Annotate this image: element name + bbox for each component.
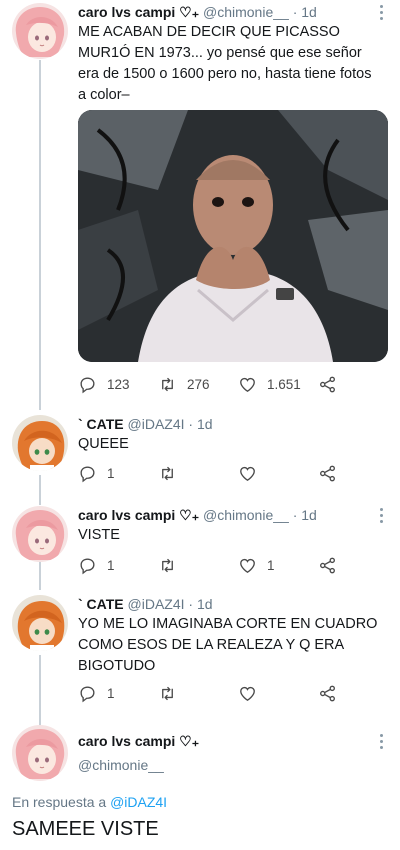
more-icon[interactable]	[380, 5, 384, 21]
avatar[interactable]	[12, 725, 68, 781]
avatar[interactable]	[12, 595, 68, 651]
display-name[interactable]: caro lvs campi ♡₊	[78, 4, 199, 20]
timestamp[interactable]: 1d	[197, 596, 213, 612]
like-icon	[238, 464, 257, 483]
reply-button[interactable]: 1	[78, 682, 115, 704]
avatar[interactable]	[12, 415, 68, 471]
reply-button[interactable]: 1	[78, 554, 115, 576]
reply-button[interactable]: 1	[78, 462, 115, 484]
tweet[interactable]: ` CATE @iDAZ4I · 1d YO ME LO IMAGINABA C…	[0, 592, 400, 712]
share-icon	[318, 375, 337, 394]
timestamp[interactable]: 1d	[301, 507, 317, 523]
avatar[interactable]	[12, 3, 68, 59]
handle[interactable]: @chimonie__	[203, 507, 289, 523]
more-icon[interactable]	[380, 734, 384, 750]
reply-icon	[78, 556, 97, 575]
more-icon[interactable]	[380, 508, 384, 524]
handle[interactable]: @chimonie__	[203, 4, 289, 20]
tweet-text: QUEEE	[78, 436, 129, 452]
like-count: 1	[267, 557, 275, 573]
reply-icon	[78, 375, 97, 394]
display-name[interactable]: caro lvs campi ♡₊	[78, 507, 199, 523]
tweet-header: ` CATE @iDAZ4I · 1d	[78, 415, 213, 433]
tweet-actions: 1	[78, 682, 378, 704]
reply-icon	[78, 684, 97, 703]
handle[interactable]: @iDAZ4I	[128, 596, 185, 612]
tweet-actions: 1	[78, 462, 378, 484]
like-button[interactable]	[238, 462, 257, 484]
share-icon	[318, 684, 337, 703]
reply-icon	[78, 464, 97, 483]
share-icon	[318, 464, 337, 483]
separator-dot: ·	[292, 507, 298, 523]
reply-count: 123	[107, 376, 130, 392]
handle[interactable]: @chimonie__	[78, 756, 164, 774]
display-name[interactable]: ` CATE	[78, 416, 124, 432]
like-icon	[238, 684, 257, 703]
retweet-button[interactable]	[158, 462, 177, 484]
avatar[interactable]	[12, 506, 68, 562]
reply-button[interactable]: 123	[78, 373, 130, 395]
tweet-text: YO ME LO IMAGINABA CORTE EN CUADRO COMO …	[78, 616, 378, 674]
share-button[interactable]	[318, 373, 337, 395]
reply-context: En respuesta a @iDAZ4I	[12, 794, 167, 810]
share-button[interactable]	[318, 682, 337, 704]
reply-count: 1	[107, 685, 115, 701]
like-count: 1.651	[267, 376, 301, 392]
timestamp[interactable]: 1d	[301, 4, 317, 20]
tweet-text: ME ACABAN DE DECIR QUE PICASSO MUR1Ó EN …	[78, 24, 372, 103]
tweet[interactable]: caro lvs campi ♡₊ @chimonie__ · 1d VISTE…	[0, 503, 400, 583]
like-button[interactable]: 1	[238, 554, 275, 576]
retweet-button[interactable]	[158, 682, 177, 704]
display-name[interactable]: caro lvs campi ♡₊	[78, 732, 199, 750]
like-icon	[238, 556, 257, 575]
display-name[interactable]: ` CATE	[78, 596, 124, 612]
retweet-icon	[158, 556, 177, 575]
reply-prefix: En respuesta a	[12, 794, 107, 810]
tweet-actions: 1 1	[78, 554, 378, 576]
retweet-count: 276	[187, 376, 210, 392]
tweet[interactable]: caro lvs campi ♡₊ @chimonie__ · 1d ME AC…	[0, 0, 400, 400]
like-button[interactable]	[238, 682, 257, 704]
separator-dot: ·	[292, 4, 298, 20]
retweet-icon	[158, 375, 177, 394]
retweet-button[interactable]	[158, 554, 177, 576]
separator-dot: ·	[188, 416, 194, 432]
reply-count: 1	[107, 465, 115, 481]
tweet-actions: 123 276 1.651	[78, 373, 378, 395]
retweet-icon	[158, 464, 177, 483]
tweet-header: caro lvs campi ♡₊ @chimonie__ · 1d	[78, 3, 317, 21]
timestamp[interactable]: 1d	[197, 416, 213, 432]
reply-handle-link[interactable]: @iDAZ4I	[110, 794, 167, 810]
separator-dot: ·	[188, 596, 194, 612]
tweet-text: VISTE	[78, 527, 120, 543]
share-button[interactable]	[318, 462, 337, 484]
like-button[interactable]: 1.651	[238, 373, 301, 395]
retweet-icon	[158, 684, 177, 703]
share-button[interactable]	[318, 554, 337, 576]
share-icon	[318, 556, 337, 575]
focused-tweet-text: SAMEEE VISTE	[12, 818, 159, 840]
like-icon	[238, 375, 257, 394]
tweet-photo[interactable]	[78, 110, 388, 362]
tweet-header: caro lvs campi ♡₊ @chimonie__ · 1d	[78, 506, 317, 524]
retweet-button[interactable]: 276	[158, 373, 210, 395]
reply-count: 1	[107, 557, 115, 573]
tweet[interactable]: ` CATE @iDAZ4I · 1d QUEEE 1	[0, 412, 400, 492]
handle[interactable]: @iDAZ4I	[128, 416, 185, 432]
tweet-header: ` CATE @iDAZ4I · 1d	[78, 595, 213, 613]
